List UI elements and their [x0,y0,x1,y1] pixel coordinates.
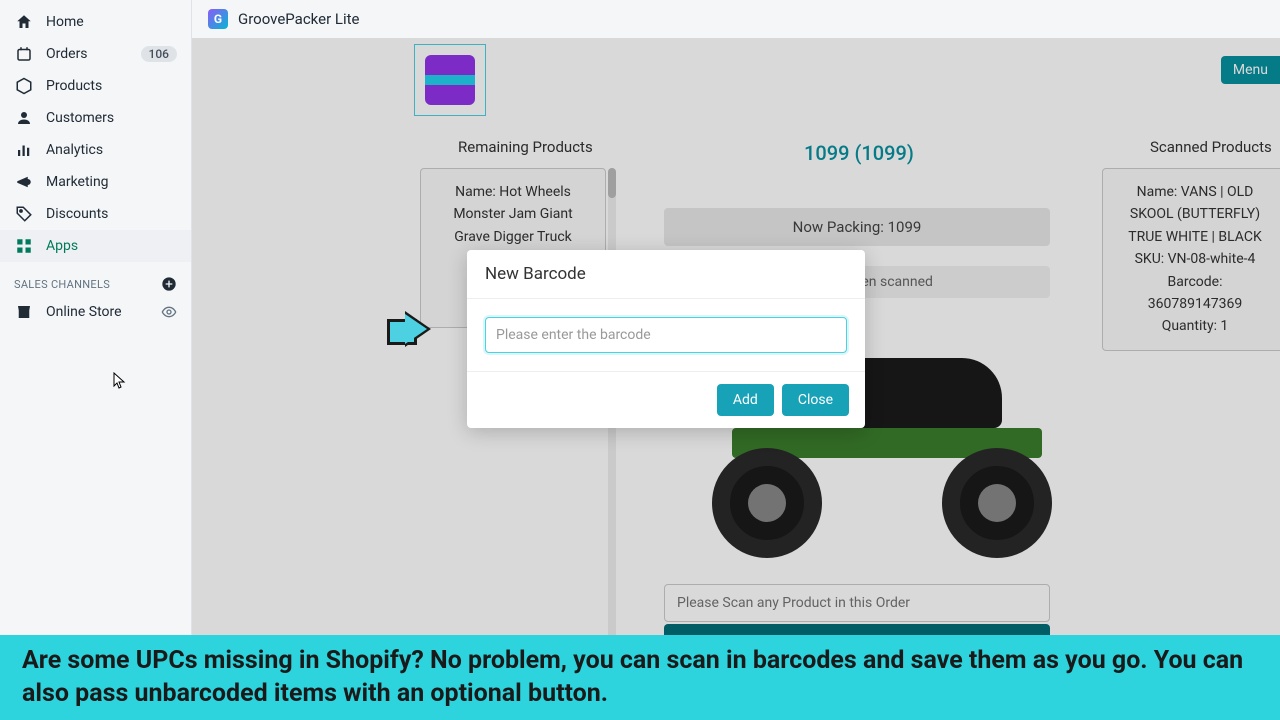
megaphone-icon [14,172,34,192]
sidebar-item-label: Customers [46,110,177,126]
orders-badge: 106 [141,46,177,62]
sidebar-item-discounts[interactable]: Discounts [0,198,191,230]
app-title: GroovePacker Lite [238,10,359,28]
sidebar-item-label: Online Store [46,304,161,320]
store-icon [14,302,34,322]
banner-text: Are some UPCs missing in Shopify? No pro… [22,645,1258,710]
add-button[interactable]: Add [717,384,774,416]
sidebar-item-home[interactable]: Home [0,6,191,38]
sidebar-item-label: Discounts [46,206,177,222]
sidebar-item-label: Marketing [46,174,177,190]
sidebar-item-label: Products [46,78,177,94]
analytics-icon [14,140,34,160]
barcode-input[interactable] [485,317,847,353]
sidebar-item-orders[interactable]: Orders 106 [0,38,191,70]
home-icon [14,12,34,32]
eye-icon[interactable] [161,304,177,320]
callout-arrow-icon [405,311,431,347]
sidebar-item-label: Home [46,14,177,30]
sidebar-item-marketing[interactable]: Marketing [0,166,191,198]
sidebar-item-products[interactable]: Products [0,70,191,102]
sidebar: Home Orders 106 Products Customers Analy… [0,0,192,720]
new-barcode-modal: New Barcode Add Close [467,250,865,428]
tag-icon [14,76,34,96]
person-icon [14,108,34,128]
sidebar-item-label: Orders [46,46,141,62]
sidebar-item-label: Analytics [46,142,177,158]
modal-title: New Barcode [467,250,865,299]
add-channel-icon[interactable] [161,276,177,292]
section-label: SALES CHANNELS [14,278,110,291]
sidebar-item-label: Apps [46,238,177,254]
sidebar-item-customers[interactable]: Customers [0,102,191,134]
mouse-cursor-icon [113,372,127,390]
sales-channels-header: SALES CHANNELS [0,262,191,296]
app-header: G GroovePacker Lite [192,0,1280,38]
orders-icon [14,44,34,64]
sidebar-item-analytics[interactable]: Analytics [0,134,191,166]
sidebar-item-online-store[interactable]: Online Store [0,296,191,328]
apps-icon [14,236,34,256]
discount-icon [14,204,34,224]
caption-banner: Are some UPCs missing in Shopify? No pro… [0,635,1280,720]
close-button[interactable]: Close [782,384,849,416]
app-logo-icon: G [208,9,228,29]
sidebar-item-apps[interactable]: Apps [0,230,191,262]
